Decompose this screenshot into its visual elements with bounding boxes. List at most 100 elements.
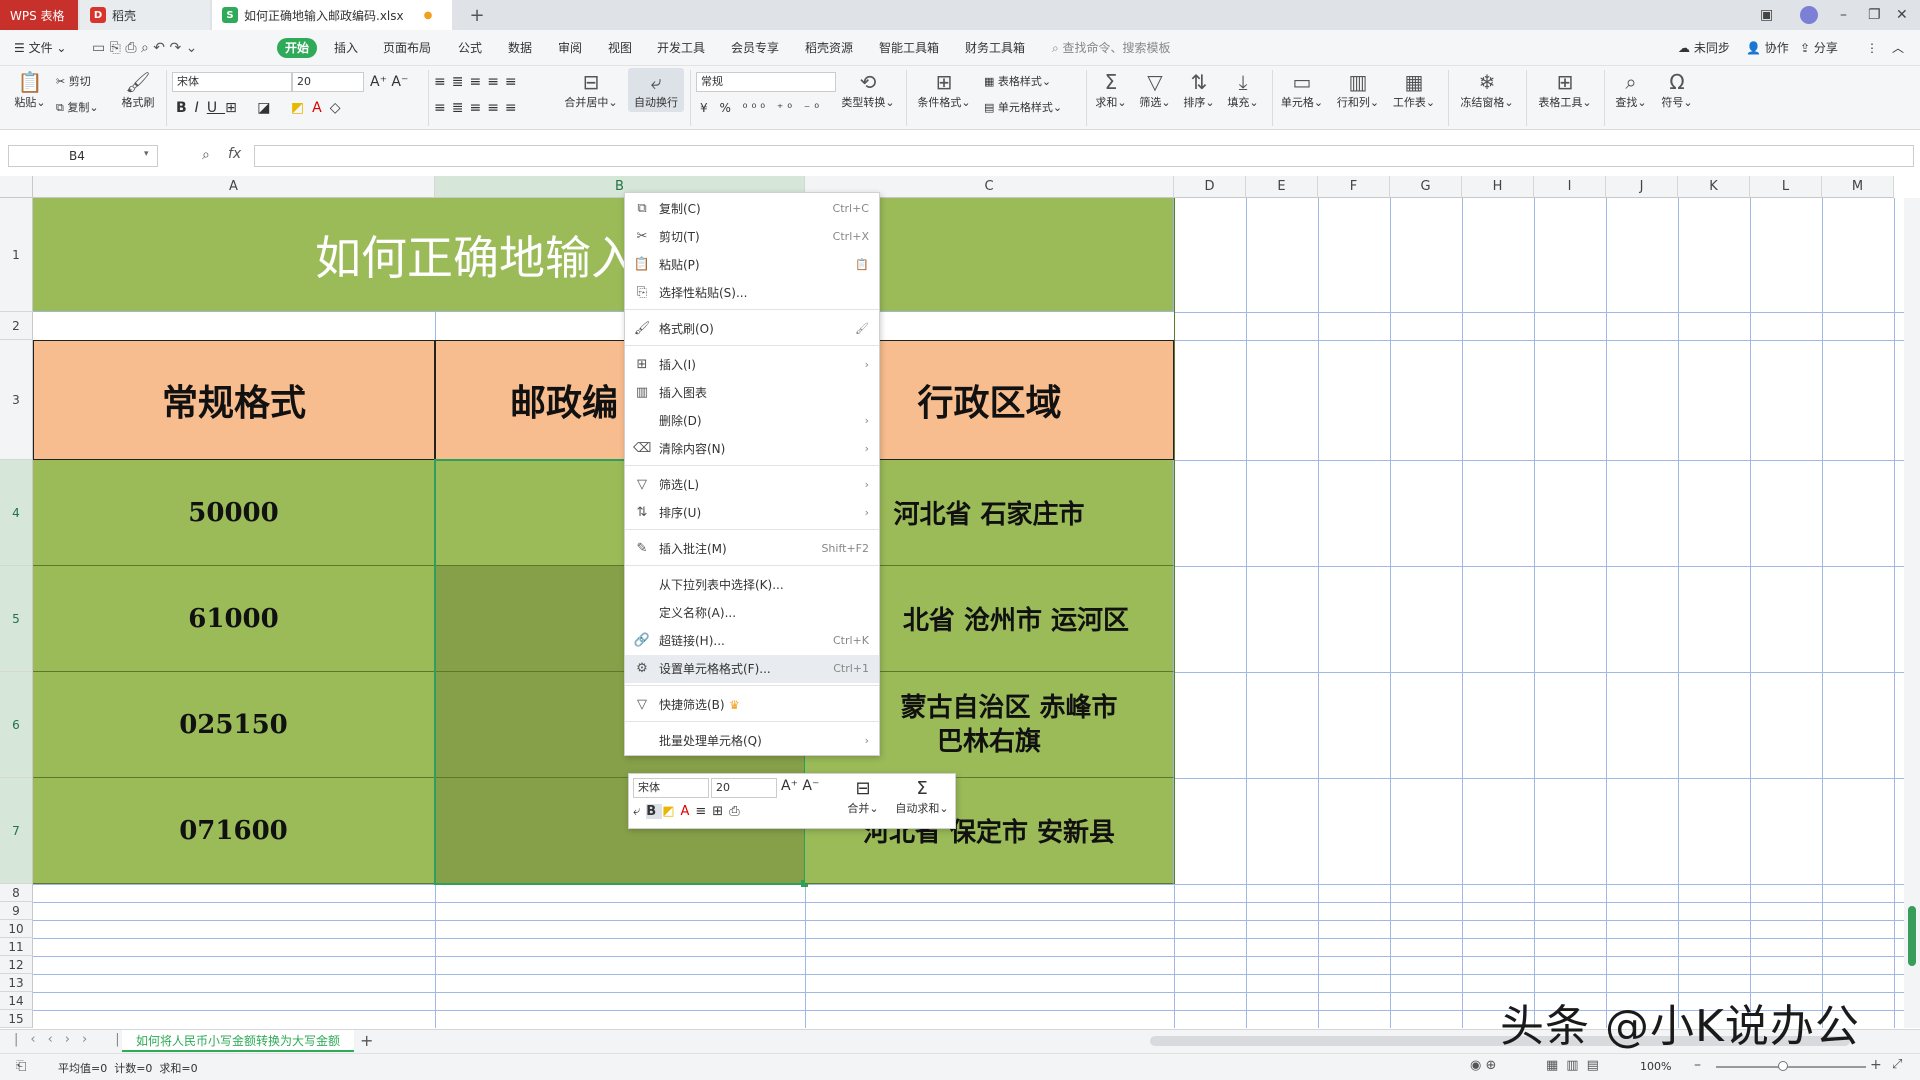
freeze-button[interactable]: ❄ 冻结窗格⌄ xyxy=(1456,70,1518,110)
macro-icon[interactable]: ⎗ xyxy=(16,1059,26,1074)
filter-button[interactable]: ▽ 筛选⌄ xyxy=(1136,70,1174,110)
find-button[interactable]: ⌕ 查找⌄ xyxy=(1612,70,1650,110)
row-header-3[interactable]: 3 xyxy=(0,340,33,460)
zoom-slider[interactable] xyxy=(1716,1066,1866,1068)
row-header-2[interactable]: 2 xyxy=(0,312,33,340)
copy-button[interactable]: ⧉ 复制⌄ xyxy=(56,98,99,118)
row-header-9[interactable]: 9 xyxy=(0,902,33,920)
sync-button[interactable]: ☁ 未同步 xyxy=(1678,38,1730,58)
row-header-14[interactable]: 14 xyxy=(0,992,33,1010)
col-header-d[interactable]: D xyxy=(1174,176,1246,198)
cell-style-button[interactable]: ▤ 单元格样式⌄ xyxy=(984,98,1062,118)
avatar[interactable] xyxy=(1800,0,1818,30)
menu-item-copy[interactable]: ⧉ 复制(C) Ctrl+C xyxy=(625,195,879,223)
collab-button[interactable]: 👤 协作 xyxy=(1746,38,1789,58)
wps-app-tab[interactable]: WPS 表格 xyxy=(0,0,78,30)
share-button[interactable]: ⇪ 分享 xyxy=(1800,38,1838,58)
mini-font-size[interactable]: 20 xyxy=(711,778,777,798)
format-painter-button[interactable]: 🖌 格式刷 xyxy=(118,70,158,110)
auto-wrap-button[interactable]: ⤶ 自动换行 xyxy=(628,68,684,112)
col-header-f[interactable]: F xyxy=(1318,176,1390,198)
menu-item-filter[interactable]: ▽ 筛选(L) › xyxy=(625,471,879,499)
quick-access-toolbar[interactable]: ▭ ⎘ ⎙ ⌕ ↶ ↷ ⌄ xyxy=(92,38,197,58)
format-painter-lock-icon[interactable]: 🖌 xyxy=(855,315,869,343)
cond-format-button[interactable]: ⊞ 条件格式⌄ xyxy=(912,70,976,110)
number-format-buttons[interactable]: ¥ % ⁰⁰⁰ ⁺⁰ ⁻⁰ xyxy=(700,98,823,118)
tab-data[interactable]: 数据 xyxy=(508,38,532,58)
row-header-11[interactable]: 11 xyxy=(0,938,33,956)
fx-icon[interactable]: fx xyxy=(228,146,241,162)
add-sheet-button[interactable]: + xyxy=(360,1031,373,1050)
tab-insert[interactable]: 插入 xyxy=(334,38,358,58)
sheet-nav-icons[interactable]: |‹‹›› | xyxy=(14,1032,132,1047)
cell-a4[interactable]: 50000 xyxy=(33,460,435,566)
eye-protect-icon[interactable]: ◉ ⊕ xyxy=(1470,1058,1496,1073)
col-header-m[interactable]: M xyxy=(1822,176,1894,198)
merge-center-button[interactable]: ⊟ 合并居中⌄ xyxy=(560,70,622,110)
menu-item-cut[interactable]: ✂ 剪切(T) Ctrl+X xyxy=(625,223,879,251)
row-header-10[interactable]: 10 xyxy=(0,920,33,938)
row-col-button[interactable]: ▥ 行和列⌄ xyxy=(1334,70,1382,110)
row-header-8[interactable]: 8 xyxy=(0,884,33,902)
zoom-icon[interactable]: ⌕ xyxy=(202,147,210,163)
row-header-4[interactable]: 4 xyxy=(0,460,33,566)
menu-item-hyperlink[interactable]: 🔗 超链接(H)... Ctrl+K xyxy=(625,627,879,655)
close-icon[interactable]: ✕ xyxy=(1896,0,1908,30)
col-header-k[interactable]: K xyxy=(1678,176,1750,198)
mini-format-buttons[interactable]: ⤶B◩A≡⊞⎙ xyxy=(633,804,746,819)
view-mode-icons[interactable]: ▦▥▤ xyxy=(1546,1058,1607,1073)
cell-a5[interactable]: 61000 xyxy=(33,566,435,672)
menu-item-delete[interactable]: 删除(D) › xyxy=(625,407,879,435)
number-format-select[interactable]: 常规 xyxy=(696,72,836,92)
row-header-5[interactable]: 5 xyxy=(0,566,33,672)
menu-item-batch-cells[interactable]: 批量处理单元格(Q) › xyxy=(625,727,879,755)
tab-smart-tools[interactable]: 智能工具箱 xyxy=(879,38,939,58)
table-style-button[interactable]: ▦ 表格样式⌄ xyxy=(984,72,1051,92)
font-name-select[interactable]: 宋体 xyxy=(172,72,292,92)
menu-item-quick-filter[interactable]: ▽ 快捷筛选(B) ♛ xyxy=(625,691,879,719)
zoom-slider-thumb[interactable] xyxy=(1778,1061,1788,1071)
worksheet-button[interactable]: ▦ 工作表⌄ xyxy=(1390,70,1438,110)
col-header-a[interactable]: A xyxy=(33,176,435,198)
fill-button[interactable]: ⤓ 填充⌄ xyxy=(1224,70,1262,110)
col-header-e[interactable]: E xyxy=(1246,176,1318,198)
formula-input[interactable] xyxy=(254,145,1914,167)
scrollbar-thumb[interactable] xyxy=(1908,906,1916,966)
name-box[interactable]: B4 xyxy=(8,145,158,167)
menu-item-format-cells[interactable]: ⚙ 设置单元格格式(F)... Ctrl+1 xyxy=(625,655,879,683)
sort-button[interactable]: ⇅ 排序⌄ xyxy=(1180,70,1218,110)
type-convert-button[interactable]: ⟲ 类型转换⌄ xyxy=(838,70,898,110)
sheet-tab-active[interactable]: 如何将人民币小写金额转换为大写金额 xyxy=(122,1030,355,1052)
menu-item-clear[interactable]: ⌫ 清除内容(N) › xyxy=(625,435,879,463)
col-header-g[interactable]: G xyxy=(1390,176,1462,198)
zoom-in-icon[interactable]: + xyxy=(1870,1057,1882,1073)
zoom-out-icon[interactable]: – xyxy=(1694,1057,1701,1073)
tab-finance-tools[interactable]: 财务工具箱 xyxy=(965,38,1025,58)
menu-item-paste[interactable]: 📋 粘贴(P) 📋 xyxy=(625,251,879,279)
paste-options-icon[interactable]: 📋 xyxy=(855,251,869,279)
sum-button[interactable]: Σ 求和⌄ xyxy=(1092,70,1130,110)
tab-daoke-resources[interactable]: 稻壳资源 xyxy=(805,38,853,58)
mini-autosum-button[interactable]: Σ 自动求和⌄ xyxy=(891,778,953,816)
symbol-button[interactable]: Ω 符号⌄ xyxy=(1658,70,1696,110)
file-menu[interactable]: ☰ 文件 ⌄ xyxy=(14,38,66,58)
mini-merge-button[interactable]: ⊟ 合并⌄ xyxy=(843,778,883,816)
col-header-i[interactable]: I xyxy=(1534,176,1606,198)
menu-item-insert[interactable]: ⊞ 插入(I) › xyxy=(625,351,879,379)
row-header-7[interactable]: 7 xyxy=(0,778,33,884)
paste-button[interactable]: 📋 粘贴⌄ xyxy=(12,70,48,110)
tab-developer[interactable]: 开发工具 xyxy=(657,38,705,58)
header-cell-a3[interactable]: 常规格式 xyxy=(33,340,435,460)
col-header-l[interactable]: L xyxy=(1750,176,1822,198)
cut-button[interactable]: ✂ 剪切 xyxy=(56,72,91,92)
cell-button[interactable]: ▭ 单元格⌄ xyxy=(1278,70,1326,110)
menu-item-insert-comment[interactable]: ✎ 插入批注(M) Shift+F2 xyxy=(625,535,879,563)
menu-item-format-painter[interactable]: 🖌 格式刷(O) 🖌 xyxy=(625,315,879,343)
row-header-1[interactable]: 1 xyxy=(0,198,33,312)
tab-view[interactable]: 视图 xyxy=(608,38,632,58)
chevron-down-icon[interactable]: ▾ xyxy=(144,149,149,159)
table-tools-button[interactable]: ⊞ 表格工具⌄ xyxy=(1534,70,1596,110)
tab-formula[interactable]: 公式 xyxy=(458,38,482,58)
col-header-h[interactable]: H xyxy=(1462,176,1534,198)
cell-a6[interactable]: 025150 xyxy=(33,672,435,778)
